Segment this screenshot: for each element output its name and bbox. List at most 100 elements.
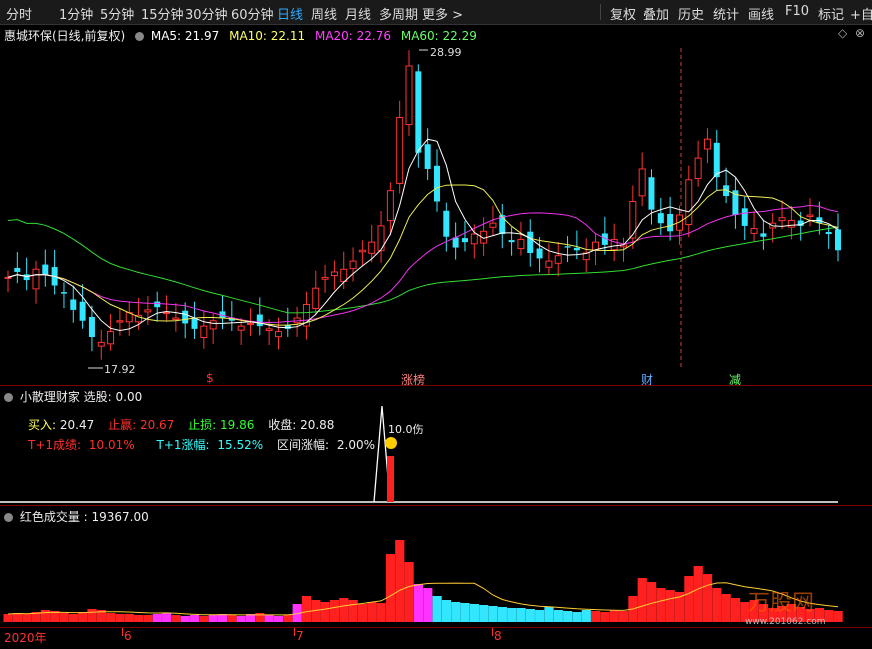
candle-body (386, 190, 394, 222)
volume-bar (255, 613, 265, 622)
tab-5min[interactable]: 5分钟 (100, 4, 134, 23)
volume-bar (329, 600, 340, 622)
history-button[interactable]: 历史 (678, 4, 704, 23)
volume-bar (106, 613, 116, 622)
candle-body (760, 233, 767, 237)
volume-bar (171, 615, 181, 622)
candle-body (470, 233, 478, 245)
volume-bar (264, 615, 274, 622)
volume-bar (833, 611, 843, 622)
volume-bar (544, 607, 554, 622)
tab-daily[interactable]: 日线 (277, 4, 303, 23)
marker-dollar[interactable]: $ (206, 371, 214, 385)
volume-bar (656, 588, 666, 622)
candle-body (667, 213, 674, 232)
volume-bar (376, 603, 386, 622)
axis-tick (122, 628, 123, 636)
volume-bar (423, 588, 433, 622)
candle-body (256, 314, 263, 327)
add-favorite-button[interactable]: +自选 (850, 4, 872, 23)
watermark-url: www.201062.com (745, 617, 826, 626)
candle-body (358, 249, 366, 253)
watermark-logo: 万股网 (748, 591, 814, 616)
ma10-line (7, 184, 839, 326)
volume-bar (78, 612, 88, 622)
axis-label-july: 7 (296, 629, 304, 643)
close-icon[interactable]: ⊗ (855, 26, 865, 40)
tab-fenshi[interactable]: 分时 (6, 4, 32, 23)
indicator-chart: 10.0伤 (0, 405, 838, 503)
candle-body (79, 301, 86, 321)
volume-bar (357, 604, 368, 622)
volume-bar (320, 602, 330, 622)
volume-bar (413, 584, 424, 622)
volume-bar (535, 610, 545, 622)
candle-body (312, 287, 320, 310)
candle-body (648, 177, 655, 210)
candle-body (42, 264, 49, 275)
volume-bar (367, 602, 377, 622)
candle-body (806, 214, 814, 217)
volume-bar (283, 615, 293, 622)
candle-body (368, 241, 376, 254)
volume-bar (730, 598, 741, 622)
volume-bar (404, 562, 414, 622)
panel-divider (0, 505, 872, 506)
candle-body (703, 138, 711, 150)
volume-bar (348, 600, 358, 622)
fuquan-button[interactable]: 复权 (610, 4, 636, 23)
candle-body (461, 238, 468, 243)
candle-body (405, 65, 413, 126)
volume-bar (208, 615, 218, 622)
tab-60min[interactable]: 60分钟 (231, 4, 274, 23)
candle-body (489, 222, 497, 228)
volume-bar (609, 610, 619, 622)
volume-bar (451, 602, 461, 622)
draw-line-button[interactable]: 画线 (748, 4, 774, 23)
volume-bar (563, 611, 573, 622)
time-axis: 2020年 6 7 8 (0, 627, 872, 649)
volume-bar (721, 594, 731, 622)
ma60-line (7, 219, 839, 314)
stats-button[interactable]: 统计 (713, 4, 739, 23)
volume-bar (134, 615, 144, 622)
tab-30min[interactable]: 30分钟 (185, 4, 228, 23)
volume-bar (385, 554, 396, 622)
mark-button[interactable]: 标记 (818, 4, 844, 23)
candle-body (741, 208, 748, 226)
volume-bar (581, 610, 591, 622)
candle-body (527, 231, 534, 253)
overlay-button[interactable]: 叠加 (643, 4, 669, 23)
candle-body (116, 320, 124, 323)
tab-multi-period[interactable]: 多周期 (379, 4, 418, 23)
tab-1min[interactable]: 1分钟 (59, 4, 93, 23)
candle-body (835, 229, 841, 251)
volume-bar (460, 603, 470, 622)
volume-bar (432, 596, 442, 622)
tab-weekly[interactable]: 周线 (311, 4, 337, 23)
volume-bar (87, 609, 97, 622)
candle-body (778, 217, 786, 222)
tab-more[interactable]: 更多 > (422, 4, 463, 23)
volume-bar (12, 613, 23, 622)
volume-bar (488, 606, 498, 622)
tab-15min[interactable]: 15分钟 (141, 4, 184, 23)
candle-body (209, 320, 217, 330)
volume-bar (162, 613, 172, 622)
tab-monthly[interactable]: 月线 (345, 4, 371, 23)
candle-body (237, 325, 245, 331)
volume-bar (180, 616, 190, 622)
candle-body (246, 322, 254, 325)
candle-body (14, 267, 21, 272)
candle-body (97, 341, 105, 347)
collapse-icon[interactable]: ◇ (838, 26, 847, 40)
volume-bar (469, 604, 479, 622)
f10-button[interactable]: F10 (785, 4, 809, 19)
high-price-label: 28.99 (430, 46, 462, 59)
volume-bar (553, 610, 563, 622)
volume-chart: 万股网 www.201062.com (3, 540, 843, 626)
volume-bar (124, 614, 134, 622)
volume-bar (637, 578, 647, 622)
candle-body (564, 246, 571, 248)
candle-body (536, 248, 543, 259)
